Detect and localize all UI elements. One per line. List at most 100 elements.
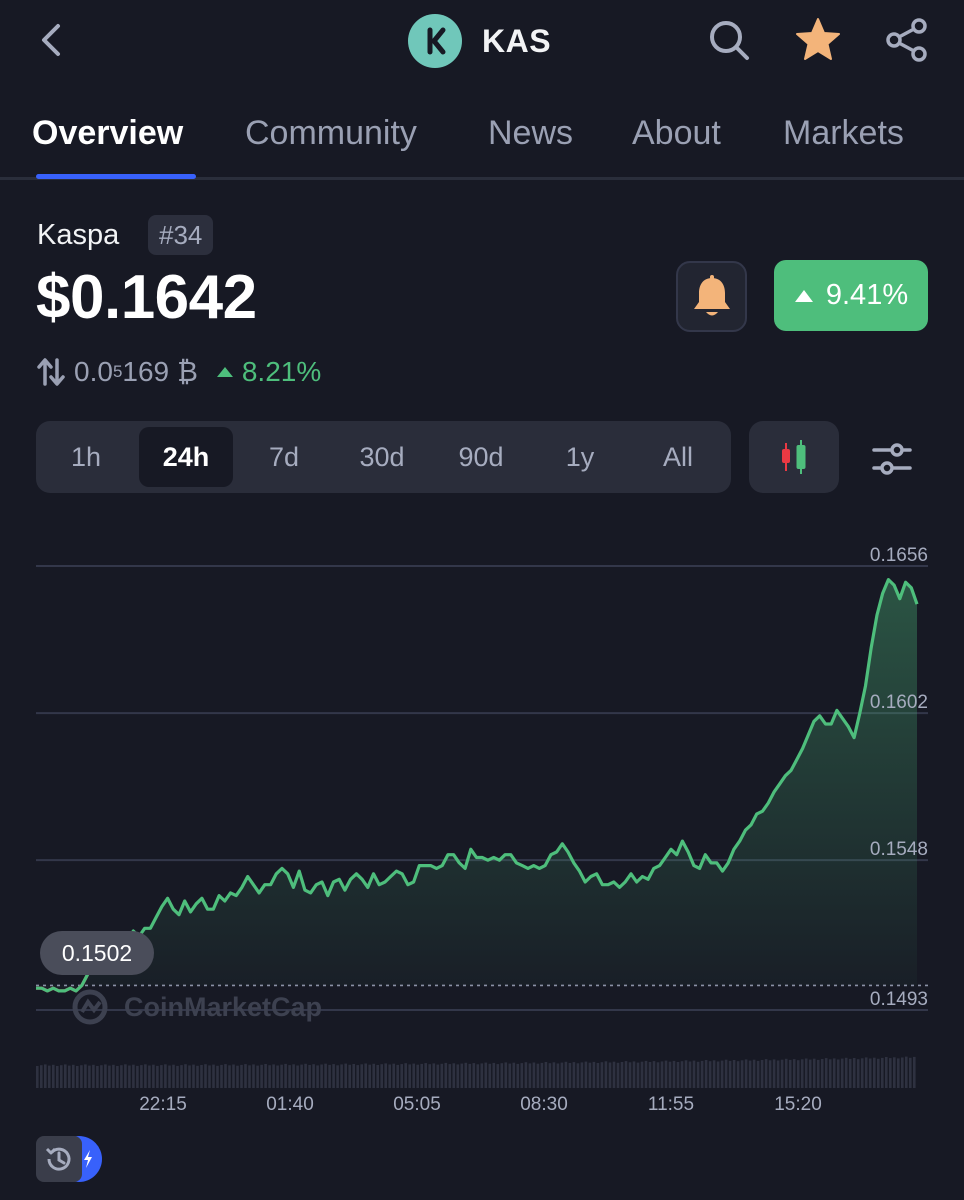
volume-bar (420, 1063, 423, 1088)
watermark-logo-icon (72, 989, 108, 1025)
y-axis-tick-label: 0.1548 (870, 839, 928, 860)
volume-bar (104, 1064, 107, 1088)
volume-bar (664, 1060, 668, 1088)
volume-bar (452, 1063, 456, 1088)
volume-bar (848, 1058, 852, 1088)
volume-bar (400, 1064, 403, 1088)
coin-name: Kaspa (37, 219, 120, 251)
volume-bars (36, 1056, 916, 1088)
volume-bar (856, 1059, 860, 1088)
volume-bar (868, 1058, 872, 1088)
volume-bar (212, 1064, 215, 1088)
volume-bar (576, 1063, 580, 1088)
tab-overview[interactable]: Overview (32, 114, 183, 153)
volume-bar (224, 1064, 227, 1088)
tab-community[interactable]: Community (245, 114, 417, 153)
volume-bar (652, 1061, 656, 1088)
btc-price-row: 0.0 5 169 ₿ 8.21% (36, 352, 321, 392)
volume-bar (600, 1062, 604, 1088)
volume-bar (176, 1065, 179, 1088)
volume-bar (152, 1064, 155, 1088)
volume-bar (628, 1062, 632, 1088)
volume-bar (336, 1065, 339, 1088)
volume-bar (52, 1064, 55, 1088)
active-tab-indicator (36, 174, 196, 179)
tab-news[interactable]: News (488, 114, 573, 153)
lightning-icon (84, 1150, 92, 1168)
volume-bar (500, 1063, 504, 1088)
x-axis-tick-label: 08:30 (520, 1094, 568, 1115)
volume-bar (905, 1056, 908, 1088)
btc-change-value: 8.21% (241, 356, 322, 387)
volume-bar (580, 1062, 584, 1088)
caret-up-icon (216, 367, 233, 377)
range-7d[interactable]: 7d (237, 427, 331, 487)
btc-price-digits: 169 (122, 356, 170, 387)
range-all[interactable]: All (631, 427, 725, 487)
volume-bar (528, 1063, 532, 1088)
volume-bar (720, 1060, 724, 1088)
range-1h[interactable]: 1h (39, 427, 133, 487)
favorite-button[interactable] (793, 15, 843, 65)
range-24h[interactable]: 24h (139, 427, 233, 487)
star-icon (796, 18, 840, 60)
volume-bar (64, 1064, 67, 1088)
top-bar: KAS (0, 0, 964, 84)
volume-bar (208, 1065, 211, 1088)
volume-bar (380, 1064, 383, 1088)
price-chart[interactable]: CoinMarketCap 0.1656 0.1602 0.1548 0.1493 2… (0, 530, 964, 1130)
volume-bar (832, 1058, 836, 1088)
volume-bar (708, 1061, 712, 1088)
btc-symbol: ₿ (177, 356, 198, 387)
volume-bar (885, 1057, 888, 1088)
volume-bar (136, 1065, 139, 1088)
volume-bar (672, 1060, 676, 1088)
range-1y[interactable]: 1y (533, 427, 627, 487)
volume-bar (684, 1060, 688, 1088)
volume-bar (608, 1062, 612, 1088)
back-button[interactable] (30, 18, 74, 62)
volume-bar (112, 1064, 115, 1088)
volume-bar (860, 1058, 864, 1088)
volume-bar (180, 1065, 183, 1088)
volume-bar (404, 1063, 407, 1088)
x-axis-tick-label: 11:55 (648, 1094, 694, 1115)
volume-bar (240, 1064, 243, 1088)
volume-bar (172, 1064, 175, 1088)
volume-bar (696, 1061, 700, 1088)
volume-bar (236, 1065, 239, 1088)
volume-bar (432, 1063, 436, 1088)
volume-bar (640, 1061, 644, 1088)
share-button[interactable] (882, 15, 932, 65)
price-alert-button[interactable] (676, 261, 747, 332)
price-change-value: 9.41% (825, 279, 909, 311)
volume-bar (604, 1061, 608, 1088)
range-90d[interactable]: 90d (434, 427, 528, 487)
tab-markets[interactable]: Markets (783, 114, 904, 153)
search-button[interactable] (704, 15, 754, 65)
volume-bar (644, 1060, 648, 1088)
tab-about[interactable]: About (632, 114, 721, 153)
volume-bar (792, 1059, 796, 1088)
chart-settings-button[interactable] (866, 434, 918, 482)
volume-bar (560, 1062, 564, 1088)
history-button[interactable] (36, 1136, 102, 1182)
volume-bar (260, 1064, 263, 1088)
caret-up-icon (794, 289, 813, 302)
volume-bar (312, 1064, 315, 1088)
volume-bar (196, 1065, 199, 1088)
volume-bar (428, 1064, 431, 1088)
volume-bar (700, 1060, 704, 1088)
candlestick-toggle-button[interactable] (749, 421, 839, 493)
volume-bar (120, 1065, 123, 1088)
history-icon (45, 1147, 71, 1171)
rank-badge: #34 (148, 215, 214, 255)
bell-icon (693, 274, 730, 315)
volume-bar (392, 1063, 395, 1088)
volume-bar (688, 1061, 692, 1088)
volume-bar (512, 1062, 516, 1088)
volume-bar (348, 1064, 351, 1088)
volume-bar (728, 1060, 732, 1088)
range-30d[interactable]: 30d (335, 427, 429, 487)
volume-bar (460, 1063, 464, 1088)
